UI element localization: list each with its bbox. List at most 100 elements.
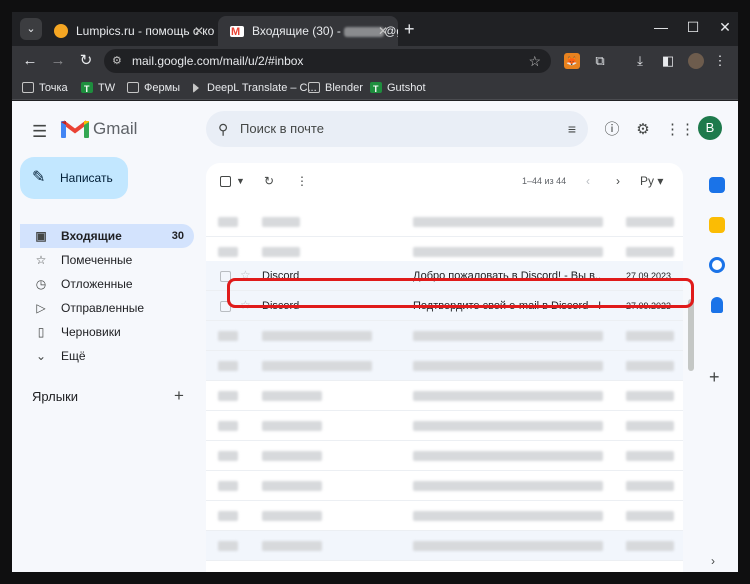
list-row-redacted[interactable] [206, 321, 683, 351]
profile-avatar[interactable] [688, 53, 704, 69]
tasks-icon[interactable] [709, 257, 725, 273]
list-toolbar: ▼ ↻ ⋮ 1–44 из 44 ‹ › Ру ▾ [206, 163, 683, 199]
redacted [218, 451, 238, 461]
list-row-redacted[interactable] [206, 441, 683, 471]
search-placeholder: Поиск в почте [240, 121, 324, 136]
folder-icon [127, 82, 139, 93]
help-icon[interactable]: ⓘ [602, 120, 622, 140]
list-row-redacted[interactable] [206, 471, 683, 501]
account-avatar[interactable]: B [698, 116, 722, 140]
bookmark-item[interactable]: TW [81, 76, 115, 101]
labels-heading: Ярлыки [32, 389, 79, 404]
folder-icon [308, 82, 320, 93]
prev-page-icon[interactable]: ‹ [586, 173, 590, 189]
back-button[interactable]: ← [20, 51, 40, 71]
redacted [626, 451, 674, 461]
redacted [626, 247, 674, 257]
redacted [218, 481, 238, 491]
toolbar: ← → ↻ ⚙ mail.google.com/mail/u/2/#inbox … [12, 46, 738, 76]
main-menu-icon[interactable]: ☰ [32, 123, 47, 140]
side-panel-icon[interactable]: ◧ [660, 53, 676, 69]
search-icon[interactable]: ⚲ [218, 111, 228, 147]
bookmark-star-icon[interactable]: ☆ [528, 49, 541, 73]
expand-panel-icon[interactable]: › [711, 554, 715, 568]
list-row-redacted[interactable] [206, 381, 683, 411]
bookmark-folder[interactable]: Фермы [127, 76, 180, 100]
new-tab-button[interactable]: + [404, 20, 415, 38]
extensions-icon[interactable]: ⧉ [592, 53, 608, 69]
bookmark-folder[interactable]: Blender [308, 76, 363, 100]
redacted [262, 421, 322, 431]
list-row-redacted[interactable] [206, 351, 683, 381]
sidebar-item-snoozed[interactable]: ◷ Отложенные [20, 272, 194, 296]
address-text: mail.google.com/mail/u/2/#inbox [132, 54, 304, 68]
gmail-logo-icon [61, 120, 89, 138]
add-addon-icon[interactable]: + [709, 367, 720, 388]
list-row-redacted[interactable] [206, 501, 683, 531]
list-row-redacted[interactable] [206, 207, 683, 237]
search-options-icon[interactable]: ≡ [568, 111, 576, 147]
redacted [413, 421, 603, 431]
redacted [413, 511, 603, 521]
folder-icon [22, 82, 34, 93]
redacted [262, 247, 300, 257]
tab-gmail[interactable]: Входящие (30) - @gr ✕ [218, 16, 398, 46]
redacted [626, 541, 674, 551]
add-label-button[interactable]: + [174, 386, 184, 406]
select-all-checkbox[interactable] [220, 176, 231, 187]
next-page-icon[interactable]: › [616, 173, 620, 189]
apps-grid-icon[interactable]: ⋮⋮ [665, 120, 695, 140]
list-row-redacted[interactable] [206, 531, 683, 561]
redacted [626, 331, 674, 341]
calendar-icon[interactable] [709, 177, 725, 193]
redacted [218, 511, 238, 521]
address-bar[interactable]: ⚙ mail.google.com/mail/u/2/#inbox ☆ [104, 49, 551, 73]
minimize-button[interactable]: — [646, 16, 676, 38]
bookmark-item[interactable]: Gutshot [370, 76, 426, 101]
redacted [262, 331, 372, 341]
browser-window: ⌄ Lumpics.ru - помощь с компь ✕ Входящие… [0, 0, 750, 584]
bookmark-item[interactable]: DeepL Translate – С... [190, 76, 317, 100]
search-input[interactable]: ⚲ Поиск в почте ≡ [206, 111, 588, 147]
close-tab-icon[interactable]: ✕ [378, 16, 388, 46]
sidebar-item-more[interactable]: ⌄ Ещё [20, 344, 194, 368]
menu-icon[interactable]: ⋮ [712, 53, 728, 69]
send-icon: ▷ [36, 301, 46, 315]
input-tools-button[interactable]: Ру ▾ [640, 173, 663, 189]
list-row-redacted[interactable] [206, 411, 683, 441]
more-options-icon[interactable]: ⋮ [296, 173, 308, 189]
redacted [626, 217, 674, 227]
sidebar-item-starred[interactable]: ☆ Помеченные [20, 248, 194, 272]
site-info-icon[interactable]: ⚙ [112, 49, 122, 73]
draft-icon: ▯ [37, 325, 45, 339]
tab-search-button[interactable]: ⌄ [20, 18, 42, 40]
close-tab-icon[interactable]: ✕ [194, 16, 204, 46]
compose-button[interactable]: ✎ Написать [20, 157, 128, 199]
redacted [626, 481, 674, 491]
tab-lumpics[interactable]: Lumpics.ru - помощь с компь ✕ [42, 16, 214, 46]
redacted [413, 361, 603, 371]
keep-icon[interactable] [709, 217, 725, 233]
metamask-extension-icon[interactable]: 🦊 [564, 53, 580, 69]
settings-gear-icon[interactable]: ⚙ [633, 120, 653, 140]
download-icon[interactable]: ⤓ [632, 53, 648, 69]
tab-title-prefix: Входящие (30) - [252, 24, 341, 38]
clock-icon: ◷ [35, 277, 47, 291]
sidebar-item-drafts[interactable]: ▯ Черновики [20, 320, 194, 344]
redacted [626, 391, 674, 401]
bookmark-folder[interactable]: Точка [22, 76, 68, 100]
refresh-icon[interactable]: ↻ [264, 173, 274, 189]
maximize-button[interactable]: ☐ [678, 16, 708, 38]
redacted [262, 217, 300, 227]
sidebar-item-inbox[interactable]: ▣ Входящие 30 [20, 224, 194, 248]
redacted [626, 361, 674, 371]
inbox-icon: ▣ [35, 229, 47, 243]
reload-button[interactable]: ↻ [76, 51, 96, 71]
select-dropdown-icon[interactable]: ▼ [236, 173, 245, 189]
scrollbar[interactable] [688, 299, 694, 371]
chevron-down-icon: ⌄ [35, 349, 47, 363]
close-window-button[interactable]: ✕ [710, 16, 738, 38]
sidebar-item-sent[interactable]: ▷ Отправленные [20, 296, 194, 320]
contacts-icon[interactable] [711, 297, 723, 313]
forward-button[interactable]: → [48, 51, 68, 71]
